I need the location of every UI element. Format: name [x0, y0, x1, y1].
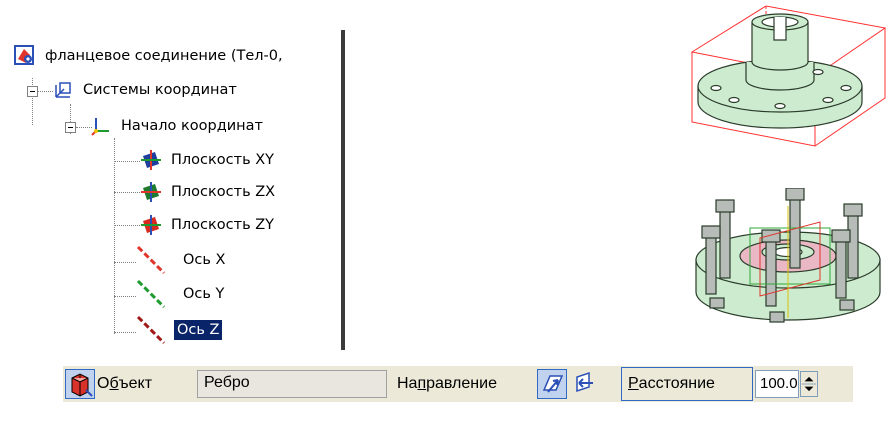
tree-item-plane-zx[interactable]: Плоскость ZX — [140, 180, 278, 204]
tree-connector — [38, 91, 53, 92]
tree-item-label: Ось Y — [183, 286, 225, 302]
plane-xy-icon — [141, 150, 161, 170]
assembly-icon — [14, 45, 34, 65]
tree-item-label: Плоскость ZX — [171, 184, 276, 200]
model-tree: фланцевое соединение (Тел-0, Системы коо… — [0, 30, 347, 350]
direction-forward-icon — [542, 375, 564, 393]
tree-connector — [114, 225, 140, 226]
plane-zx-icon — [141, 182, 161, 202]
flange-assembly-preview[interactable] — [690, 188, 890, 348]
distance-input[interactable]: 100.0 — [755, 370, 799, 398]
tree-item-label: Плоскость XY — [171, 152, 275, 168]
tree-connector — [114, 161, 140, 162]
axis-x-icon — [136, 245, 166, 275]
tree-border — [341, 30, 345, 350]
collapse-toggle[interactable] — [27, 86, 38, 97]
property-toolbar: Об ъект Ребро На п равление Расстояние 100.… — [63, 366, 853, 402]
object-label-text: О — [97, 375, 110, 392]
coord-system-icon — [55, 82, 71, 98]
direction-label-text-rest: равление — [426, 375, 497, 392]
tree-root-label: фланцевое соединение (Тел-0, — [45, 48, 283, 64]
tree-item-origin[interactable]: Начало координат — [90, 114, 266, 138]
flange-assembly — [695, 188, 881, 323]
tree-item-label-selected: Ось Z — [174, 320, 223, 340]
distance-label: Расстояние — [621, 367, 753, 401]
tree-item-plane-xy[interactable]: Плоскость XY — [140, 148, 277, 172]
distance-label-text-rest: асстояние — [638, 375, 715, 392]
object-label-hotkey: б — [109, 375, 119, 392]
tree-connector — [114, 296, 136, 297]
edge-select-icon — [71, 373, 93, 397]
distance-spinner[interactable] — [800, 371, 818, 397]
tree-item-label: Ось X — [183, 252, 226, 268]
spinner-arrows-icon — [801, 376, 817, 392]
direction-label: На п равление — [397, 366, 497, 402]
flange-body — [697, 13, 863, 129]
tree-item-label: Системы координат — [83, 82, 237, 98]
axis-z-icon — [136, 315, 166, 345]
tree-root[interactable]: фланцевое соединение (Тел-0, — [14, 44, 286, 68]
tree-connector — [114, 192, 140, 193]
tree-item-plane-zy[interactable]: Плоскость ZY — [140, 213, 277, 237]
origin-icon — [91, 118, 109, 136]
tree-connector — [114, 138, 115, 334]
object-select-button[interactable] — [65, 369, 95, 399]
tree-item-label: Начало координат — [121, 118, 263, 134]
direction-forward-button[interactable] — [537, 369, 567, 399]
flange-model-bbox-preview[interactable] — [670, 0, 890, 155]
tree-item-axis-z[interactable]: Ось Z — [136, 315, 223, 345]
distance-label-hotkey: Р — [628, 375, 639, 392]
direction-label-hotkey: п — [417, 375, 427, 392]
tree-item-axis-y[interactable]: Ось Y — [136, 279, 227, 309]
plane-zy-icon — [141, 215, 161, 235]
tree-item-coord-systems[interactable]: Системы координат — [52, 78, 240, 102]
axis-y-icon — [136, 279, 166, 309]
direction-label-text: На — [397, 375, 418, 392]
tree-connector — [114, 332, 136, 333]
object-label-text-rest: ъект — [118, 375, 153, 392]
direction-reverse-button[interactable] — [569, 369, 599, 399]
tree-item-axis-x[interactable]: Ось X — [136, 245, 228, 275]
object-label: Об ъект — [97, 366, 152, 402]
tree-item-label: Плоскость ZY — [171, 217, 275, 233]
object-field[interactable]: Ребро — [197, 370, 387, 398]
collapse-toggle[interactable] — [65, 122, 76, 133]
tree-connector — [114, 262, 136, 263]
direction-reverse-icon — [576, 371, 593, 393]
